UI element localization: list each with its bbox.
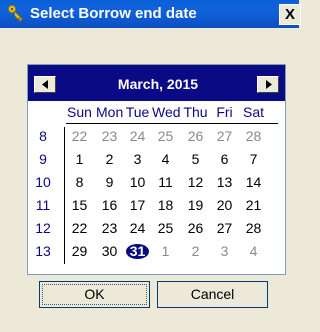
day-cell[interactable]: 10: [124, 173, 151, 191]
day-cell[interactable]: 14: [240, 173, 267, 191]
day-cell[interactable]: 30: [96, 242, 123, 260]
week-number-divider: [64, 127, 65, 264]
day-cell[interactable]: 22: [66, 127, 93, 145]
day-cell[interactable]: 24: [124, 219, 151, 237]
week-number: 12: [35, 220, 51, 236]
week-number: 11: [35, 197, 51, 213]
day-cell[interactable]: 3: [124, 150, 151, 168]
day-of-week-label: Fri: [216, 104, 233, 120]
previous-month-button[interactable]: [34, 76, 56, 93]
ok-button[interactable]: OK: [39, 281, 150, 308]
day-cell[interactable]: 27: [211, 127, 238, 145]
week-number: 9: [39, 151, 47, 167]
day-cell[interactable]: 11: [152, 173, 179, 191]
day-cell[interactable]: 2: [96, 150, 123, 168]
day-of-week-divider: [66, 123, 278, 124]
week-number: 10: [35, 174, 51, 190]
day-cell[interactable]: 23: [96, 127, 123, 145]
day-cell[interactable]: 20: [211, 196, 238, 214]
day-of-week-label: Sun: [67, 104, 92, 120]
day-cell[interactable]: 4: [240, 242, 267, 260]
week-number: 8: [39, 128, 47, 144]
day-cell[interactable]: 9: [96, 173, 123, 191]
day-of-week-label: Wed: [152, 104, 181, 120]
day-cell[interactable]: 25: [152, 219, 179, 237]
day-cell[interactable]: 22: [66, 219, 93, 237]
day-cell[interactable]: 24: [124, 127, 151, 145]
month-calendar[interactable]: March, 2015 Sun Mon Tue Wed Thu Fri Sat 8 22 23 2…: [27, 64, 286, 275]
key-icon: [8, 5, 23, 22]
next-month-button[interactable]: [257, 76, 279, 93]
day-cell[interactable]: 18: [152, 196, 179, 214]
day-cell[interactable]: 13: [211, 173, 238, 191]
day-cell[interactable]: 1: [66, 150, 93, 168]
day-cell[interactable]: 27: [211, 219, 238, 237]
day-cell[interactable]: 17: [124, 196, 151, 214]
day-cell[interactable]: 12: [182, 173, 209, 191]
day-cell[interactable]: 21: [240, 196, 267, 214]
day-cell[interactable]: 23: [96, 219, 123, 237]
day-cell[interactable]: 15: [66, 196, 93, 214]
day-cell[interactable]: 4: [152, 150, 179, 168]
day-cell[interactable]: 28: [240, 127, 267, 145]
triangle-left-icon: [42, 80, 48, 89]
title-bar: Select Borrow end date X: [0, 0, 301, 28]
month-year-label[interactable]: March, 2015: [68, 75, 248, 93]
day-cell[interactable]: 29: [66, 242, 93, 260]
ok-button-label: OK: [42, 284, 147, 305]
triangle-right-icon: [266, 80, 272, 89]
cancel-button[interactable]: Cancel: [157, 281, 268, 308]
selected-day-cell[interactable]: 31: [124, 242, 151, 260]
day-cell[interactable]: 5: [182, 150, 209, 168]
day-cell[interactable]: 16: [96, 196, 123, 214]
week-number: 13: [35, 243, 51, 259]
day-cell[interactable]: 8: [66, 173, 93, 191]
cancel-button-label: Cancel: [190, 286, 235, 302]
day-cell[interactable]: 7: [240, 150, 267, 168]
day-cell[interactable]: 26: [182, 127, 209, 145]
close-button[interactable]: X: [279, 4, 301, 25]
day-of-week-label: Thu: [183, 104, 208, 120]
close-icon: X: [284, 6, 295, 23]
selected-day-label: 31: [125, 244, 150, 259]
calendar-header: March, 2015: [28, 65, 285, 101]
day-cell[interactable]: 19: [182, 196, 209, 214]
day-of-week-label: Mon: [96, 104, 124, 120]
day-of-week-row: Sun Mon Tue Wed Thu Fri Sat: [28, 104, 285, 122]
day-cell[interactable]: 1: [152, 242, 179, 260]
window-title: Select Borrow end date: [30, 5, 197, 22]
day-cell[interactable]: 2: [182, 242, 209, 260]
day-cell[interactable]: 3: [211, 242, 238, 260]
day-cell[interactable]: 6: [211, 150, 238, 168]
day-cell[interactable]: 28: [240, 219, 267, 237]
day-cell[interactable]: 25: [152, 127, 179, 145]
day-cell[interactable]: 26: [182, 219, 209, 237]
day-of-week-label: Sat: [242, 104, 264, 120]
day-of-week-label: Tue: [125, 104, 150, 120]
